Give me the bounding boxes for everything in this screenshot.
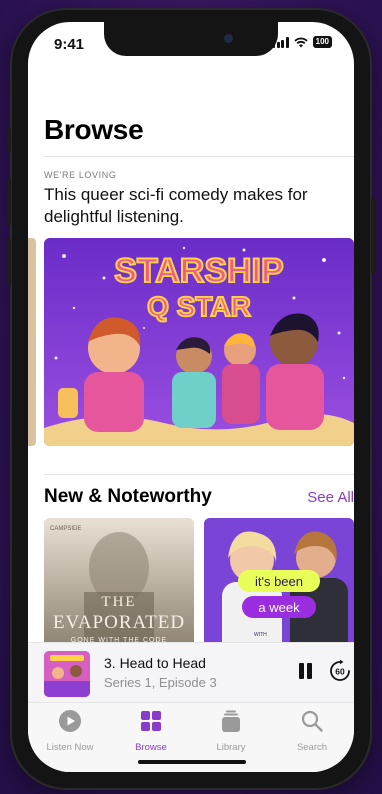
tab-library[interactable]: Library: [191, 709, 271, 753]
tab-listen-now[interactable]: Listen Now: [30, 709, 110, 753]
tab-label: Listen Now: [46, 742, 94, 753]
svg-text:a week: a week: [258, 600, 300, 615]
now-playing-subtitle: Series 1, Episode 3: [104, 675, 217, 690]
grid-icon: [141, 711, 161, 731]
library-icon: [222, 710, 240, 732]
wifi-icon: [294, 37, 308, 47]
volume-up-button: [7, 178, 11, 226]
svg-text:STARSHIP: STARSHIP: [114, 252, 283, 290]
status-indicators: 100: [272, 36, 332, 48]
featured-eyebrow: WE'RE LOVING: [44, 170, 117, 180]
svg-text:it's been: it's been: [255, 574, 303, 589]
tab-label: Search: [296, 742, 328, 753]
card-publisher: CAMPSIDE: [50, 526, 81, 532]
status-time: 9:41: [54, 36, 85, 53]
camera-icon: [224, 34, 233, 43]
section-title: New & Noteworthy: [44, 486, 212, 507]
mini-player[interactable]: 3. Head to Head Series 1, Episode 3 60: [28, 642, 354, 702]
search-icon: [301, 710, 323, 732]
now-playing-title[interactable]: 3. Head to Head: [104, 655, 206, 671]
previous-featured-artwork[interactable]: [28, 238, 36, 446]
tab-search[interactable]: Search: [272, 709, 352, 753]
skip-seconds-label: 60: [335, 667, 345, 677]
mute-switch: [7, 128, 11, 152]
skip-forward-button[interactable]: 60: [328, 659, 352, 683]
svg-text:Q STAR: Q STAR: [147, 291, 251, 322]
pause-button[interactable]: [298, 663, 314, 681]
starship-q-star-artwork: STARSHIP Q STAR: [44, 238, 354, 446]
page-title: Browse: [44, 114, 144, 145]
svg-text:THE: THE: [101, 594, 136, 610]
svg-text:EVAPORATED: EVAPORATED: [53, 612, 185, 633]
featured-artwork[interactable]: STARSHIP Q STAR: [44, 238, 354, 446]
app-screen: 9:41 100 Browse WE'RE LOVING S This quee…: [28, 22, 354, 772]
now-playing-artwork[interactable]: [44, 651, 90, 697]
see-all-link[interactable]: See All: [307, 489, 354, 506]
tab-browse[interactable]: Browse: [111, 709, 191, 753]
section-divider: [44, 474, 354, 475]
home-indicator[interactable]: [138, 760, 246, 764]
play-circle-icon: [59, 710, 81, 732]
power-button: [371, 198, 375, 274]
tab-label: Library: [216, 742, 246, 753]
battery-icon: 100: [312, 36, 332, 48]
notch: [104, 22, 278, 56]
volume-down-button: [7, 238, 11, 286]
pause-icon: [299, 663, 304, 679]
tab-label: Browse: [135, 742, 167, 753]
now-playing-artwork-image: [44, 651, 90, 697]
title-divider: [44, 156, 354, 157]
svg-text:WITH: WITH: [254, 632, 267, 638]
featured-headline[interactable]: This queer sci-fi comedy makes for delig…: [44, 184, 354, 228]
